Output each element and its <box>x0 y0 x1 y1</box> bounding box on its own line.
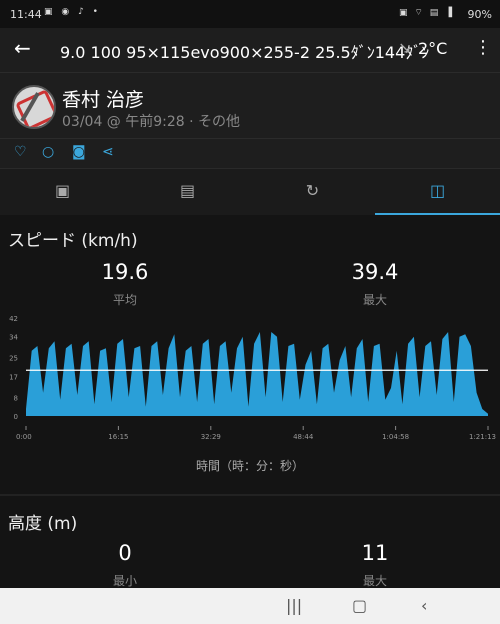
x-tick-label: 1:04:58 <box>382 433 409 441</box>
back-arrow-icon[interactable]: ← <box>14 36 31 60</box>
y-tick-label: 17 <box>9 373 18 381</box>
y-tick-label: 8 <box>14 394 18 402</box>
tab-details[interactable]: ▤ <box>125 169 250 215</box>
battery-percent: 90% <box>467 8 492 21</box>
back-nav-icon[interactable]: ‹ <box>421 596 427 615</box>
system-nav-bar: ||| ▢ ‹ <box>0 588 500 624</box>
tab-bar: ▣ ▤ ↻ ◫ <box>0 168 500 215</box>
y-tick-label: 34 <box>9 334 18 342</box>
y-tick-label: 42 <box>9 315 18 323</box>
user-name[interactable]: 香村 治彦 <box>62 85 144 112</box>
elevation-title: 高度 (m) <box>8 514 78 534</box>
status-time: 11:44 <box>10 8 42 21</box>
elevation-min-label: 最小 <box>112 574 137 588</box>
section-divider <box>0 494 500 496</box>
like-icon[interactable]: ♡ <box>14 144 27 160</box>
speed-area-series <box>26 332 488 416</box>
avatar[interactable] <box>12 85 56 129</box>
more-options-icon[interactable]: ⋮ <box>474 37 492 58</box>
elevation-max-value: 11 <box>361 541 389 565</box>
speed-max-value: 39.4 <box>351 260 399 284</box>
comment-icon[interactable]: ○ <box>42 144 54 160</box>
summary-icon: ▣ <box>54 181 71 200</box>
elevation-max-label: 最大 <box>362 574 387 588</box>
laps-icon: ↻ <box>305 181 320 200</box>
charts-icon: ◫ <box>429 181 446 200</box>
app-bar: ← 9.0 100 95×115evo900×255-2 25.5ﾀﾞﾝ144ﾀ… <box>0 28 500 72</box>
activity-title: 9.0 100 95×115evo900×255-2 25.5ﾀﾞﾝ144ﾀﾞﾝ <box>60 43 430 62</box>
tab-charts[interactable]: ◫ <box>375 169 500 215</box>
y-tick-label: 25 <box>9 355 18 363</box>
tab-summary[interactable]: ▣ <box>0 169 125 215</box>
y-tick-label: 0 <box>14 413 18 421</box>
notification-icons: ▣ ◉ ♪ • <box>44 7 101 17</box>
x-tick-label: 0:00 <box>16 433 32 441</box>
action-bar: ♡ ○ ◙ ⋖ <box>0 138 500 169</box>
temperature: 2°C <box>418 39 448 58</box>
speed-avg-value: 19.6 <box>101 260 149 284</box>
recent-apps-icon[interactable]: ||| <box>286 596 302 615</box>
tab-laps[interactable]: ↻ <box>250 169 375 215</box>
wind-direction-icon: ↘ <box>398 38 412 57</box>
system-icons: ▣ ⌔ ▤ ▐ <box>399 8 454 18</box>
x-axis-label: 時間（時：分：秒） <box>196 459 304 473</box>
x-tick-label: 16:15 <box>108 433 128 441</box>
x-tick-label: 48:44 <box>293 433 314 441</box>
activity-meta: 03/04 @ 午前9:28 · その他 <box>62 114 241 130</box>
x-tick-label: 1:21:13 <box>469 433 496 441</box>
status-bar: 11:44 ▣ ◉ ♪ • ▣ ⌔ ▤ ▐ 90% <box>0 0 500 28</box>
add-photo-icon[interactable]: ◙ <box>72 144 86 160</box>
speed-title: スピード (km/h) <box>8 231 138 251</box>
elevation-min-value: 0 <box>118 541 132 565</box>
home-icon[interactable]: ▢ <box>352 596 367 615</box>
share-icon[interactable]: ⋖ <box>102 144 114 160</box>
x-tick-label: 32:29 <box>201 433 221 441</box>
active-tab-indicator <box>375 213 500 215</box>
profile-header: 香村 治彦 03/04 @ 午前9:28 · その他 <box>0 72 500 139</box>
details-icon: ▤ <box>179 181 196 200</box>
speed-chart[interactable]: 0 8 17 25 34 42 0:00 16:15 32:29 48:44 1:04:58 1:2… <box>0 306 500 476</box>
